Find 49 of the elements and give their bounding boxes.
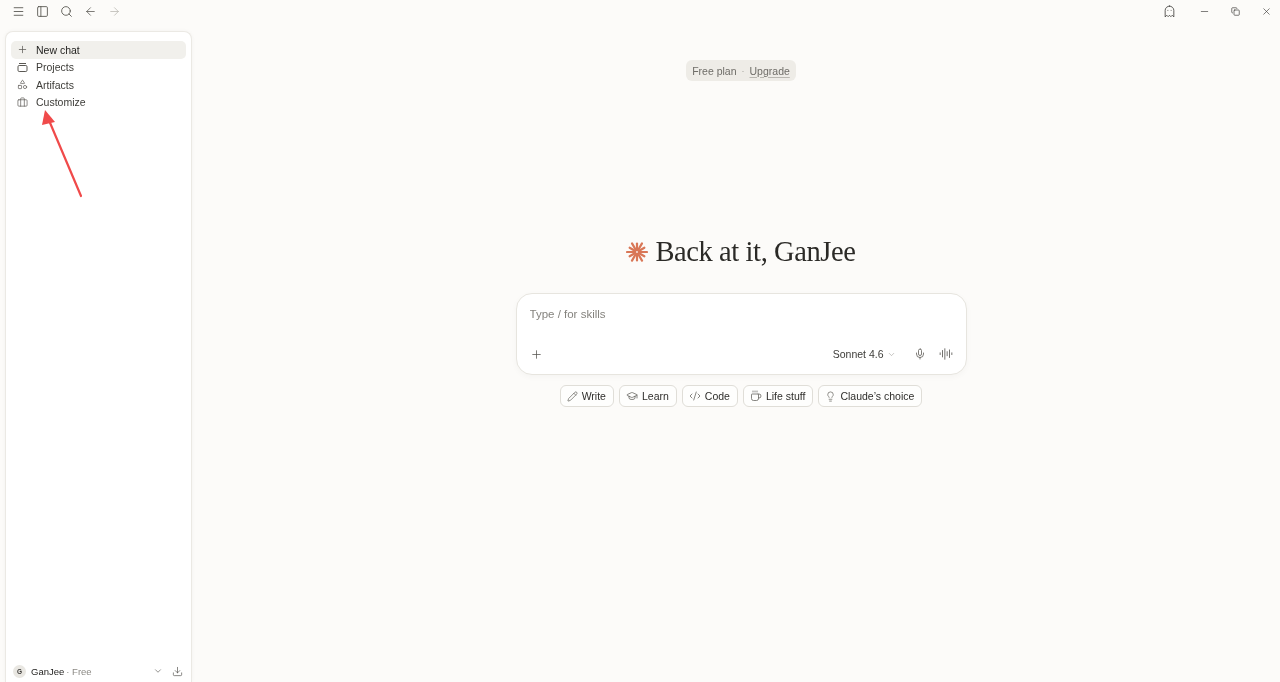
panel-icon [36,4,49,18]
briefcase-icon [17,96,28,108]
ghost-icon [1162,4,1176,18]
suggestion-chip[interactable]: Claude’s choice [818,385,923,407]
arrow-right-icon [108,4,121,18]
message-input[interactable]: Type / for skills [529,306,953,322]
pencil-icon [566,390,578,402]
back-button[interactable] [84,4,97,18]
menu-icon [12,4,25,18]
code-icon [688,390,701,402]
microphone-icon [913,348,926,360]
user-plan: · Free [66,665,92,677]
audio-wave-icon [938,347,953,361]
voice-mode-button[interactable] [938,347,953,361]
user-name: GanJee [31,665,65,677]
download-icon [172,665,183,677]
shapes-icon [17,79,28,91]
sidebar-item[interactable]: Projects [11,58,186,76]
menu-button[interactable] [12,4,25,18]
stack-icon [17,61,28,73]
suggestion-chip[interactable]: Learn [618,385,677,407]
sidebar-toggle-button[interactable] [36,4,49,18]
lightbulb-icon [825,390,837,402]
greeting-heading: Back at it, GanJee [655,235,856,269]
plan-label: Free plan [692,64,737,77]
suggestion-chip[interactable]: Life stuff [742,385,814,407]
restore-icon [1230,6,1240,16]
separator-dot: · [741,65,745,76]
graduation-cap-icon [625,390,638,402]
sidebar-item[interactable]: Customize [11,93,186,111]
account-menu-button[interactable] [153,666,163,676]
close-icon [1260,5,1272,17]
plus-icon [17,44,28,56]
plus-icon [529,347,543,361]
suggestion-chip[interactable]: Code [681,385,738,407]
sparkle-icon [626,241,649,263]
suggestion-chip[interactable]: Write [559,385,614,407]
cup-icon [749,390,762,402]
search-icon [60,4,73,18]
sidebar-item[interactable]: Artifacts [11,76,186,94]
download-button[interactable] [172,665,183,677]
upgrade-link[interactable]: Upgrade [749,64,790,77]
arrow-left-icon [84,4,97,18]
search-button[interactable] [60,4,73,18]
model-selector[interactable]: Sonnet 4.6 [832,348,896,360]
attach-button[interactable] [529,347,543,361]
microphone-button[interactable] [913,348,926,360]
chevron-down-icon [153,666,163,676]
sidebar-item[interactable]: New chat [11,41,186,59]
